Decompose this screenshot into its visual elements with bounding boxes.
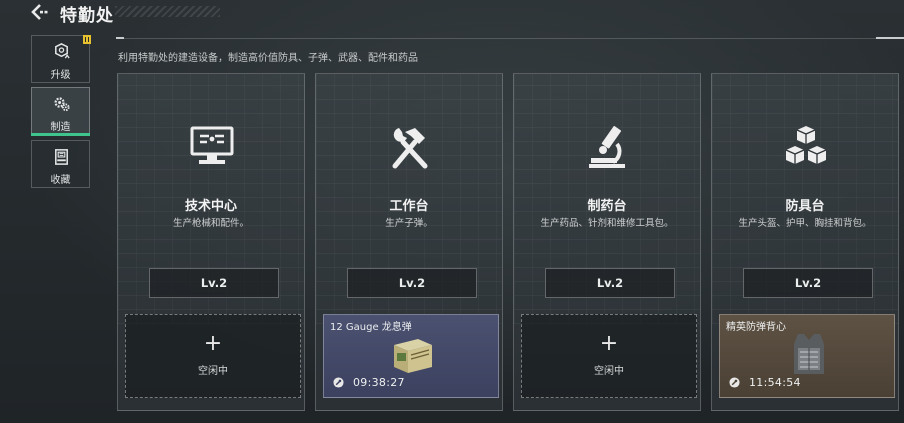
collection-icon [55,149,68,165]
production-slot-active[interactable]: 精英防弹背心 11:54:54 [719,314,895,398]
active-tab-indicator [31,133,90,136]
facility-card-armor[interactable]: 防具台 生产头盔、护甲、胸挂和背包。 Lv.2 精英防弹背心 11:54:54 [711,73,899,411]
microscope-icon [589,126,625,168]
facility-level: Lv.2 [149,268,279,298]
armor-vest-icon [794,334,824,374]
crafting-item-name: 精英防弹背心 [726,322,786,333]
divider-tick-right [876,37,904,39]
back-arrow-icon [31,4,48,20]
sidebar-item-collection[interactable]: 收藏 [31,140,90,188]
wrench-icon [333,377,344,388]
production-slot-idle[interactable]: + 空闲中 [521,314,697,398]
facility-description: 生产枪械和配件。 [172,218,249,229]
page-title: 特勤处 [60,6,114,26]
divider-tick-left [116,37,124,39]
upgrade-icon [55,43,70,59]
facility-card-workbench[interactable]: 工作台 生产子弹。 Lv.2 12 Gauge 龙息弹 09:38:27 [315,73,503,411]
sidebar-item-label: 收藏 [50,175,71,186]
sidebar-item-label: 制造 [50,122,71,133]
wrench-icon [729,377,740,388]
facility-description: 生产药品、针剂和维修工具包。 [540,218,674,229]
production-slot-active[interactable]: 12 Gauge 龙息弹 09:38:27 [323,314,499,398]
facility-level: Lv.2 [545,268,675,298]
facility-name: 制药台 [587,199,627,214]
production-slot-idle[interactable]: + 空闲中 [125,314,301,398]
slot-status: 空闲中 [198,366,228,377]
hammer-wrench-icon [392,128,428,169]
facility-name: 技术中心 [184,199,237,214]
crafting-timer: 11:54:54 [749,376,801,389]
page-subtitle: 利用特勤处的建造设备，制造高价值防具、子弹、武器、配件和药品 [118,53,418,64]
notification-badge [83,35,91,44]
add-icon: + [599,331,619,356]
ammo-box-icon [394,339,432,373]
facility-name: 防具台 [785,199,825,214]
slot-status: 空闲中 [594,366,624,377]
sidebar-item-label: 升级 [50,70,71,81]
back-button[interactable] [30,3,50,21]
monitor-icon [190,126,234,164]
facility-description: 生产子弹。 [385,218,433,229]
facility-description: 生产头盔、护甲、胸挂和背包。 [738,218,872,229]
sidebar-item-upgrade[interactable]: 升级 [31,35,90,83]
sidebar-item-craft[interactable]: 制造 [31,87,90,135]
header-divider [116,38,904,39]
cubes-icon [785,126,827,164]
facility-card-tech-center[interactable]: 技术中心 生产枪械和配件。 Lv.2 + 空闲中 [117,73,305,411]
title-decoration [115,6,220,17]
crafting-timer: 09:38:27 [353,376,405,389]
facility-name: 工作台 [389,199,429,214]
facility-card-pharmacy[interactable]: 制药台 生产药品、针剂和维修工具包。 Lv.2 + 空闲中 [513,73,701,411]
facility-level: Lv.2 [743,268,873,298]
gears-icon [54,97,70,112]
facility-level: Lv.2 [347,268,477,298]
header: 特勤处 [0,0,904,26]
add-icon: + [203,331,223,356]
